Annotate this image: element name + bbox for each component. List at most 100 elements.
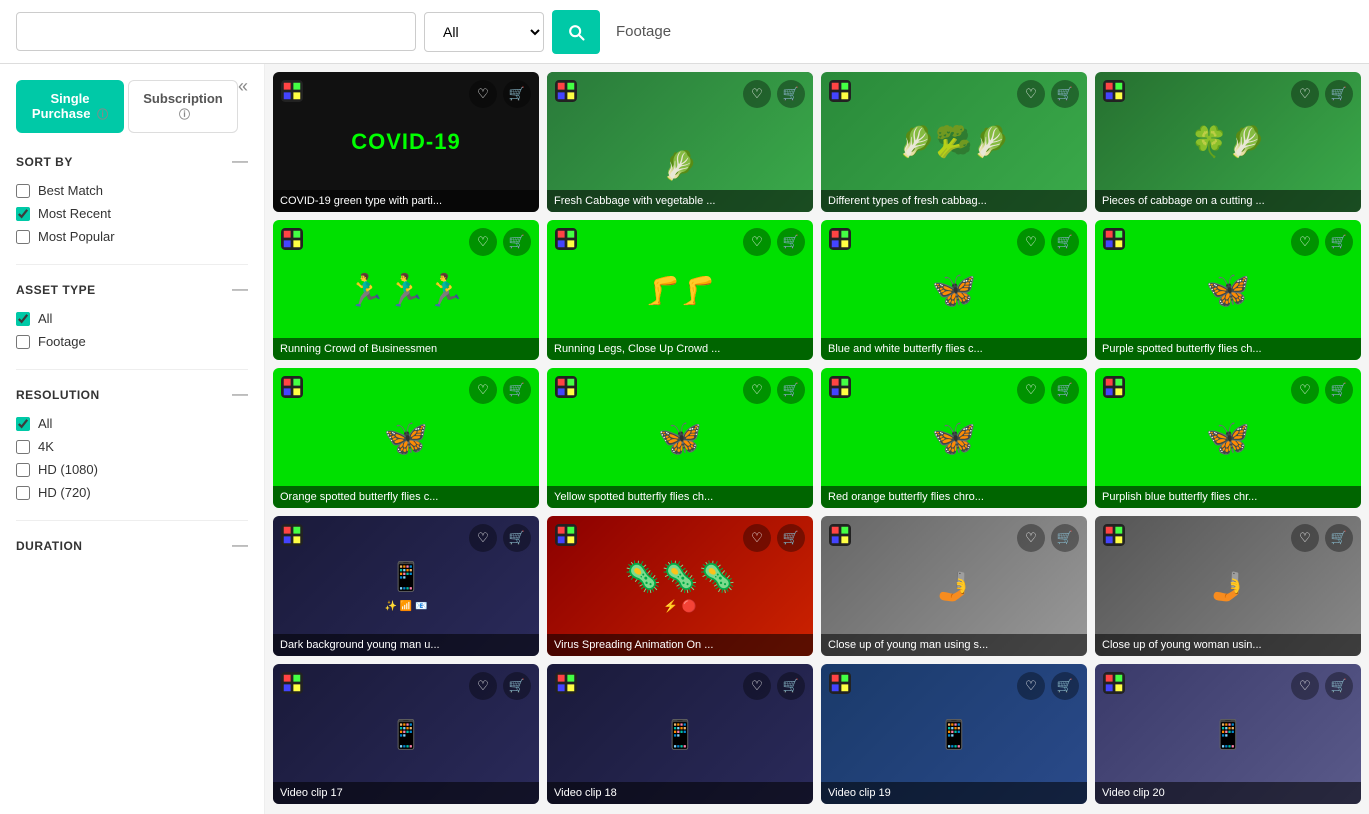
- single-purchase-tab[interactable]: Single Purchase ⓘ: [16, 80, 124, 133]
- card-7-favorite-button[interactable]: ♡: [1017, 228, 1045, 256]
- card-17-cart-button[interactable]: 🛒: [503, 672, 531, 700]
- search-input[interactable]: green screen: [16, 12, 416, 51]
- resolution-all[interactable]: All: [16, 416, 248, 431]
- card-13[interactable]: 📱 ✨ 📶 📧 ♡ 🛒 Dark background young man u.…: [273, 516, 539, 656]
- card-7[interactable]: 🦋 ♡ 🛒 Blue and white butterfly flies c..…: [821, 220, 1087, 360]
- search-icon: [566, 22, 586, 42]
- card-5[interactable]: 🏃‍♂️🏃‍♂️🏃‍♂️ ♡ 🛒 Running Crowd of Busine…: [273, 220, 539, 360]
- card-6-favorite-button[interactable]: ♡: [743, 228, 771, 256]
- card-3-label: Different types of fresh cabbag...: [821, 190, 1087, 212]
- resolution-4k-checkbox[interactable]: [16, 440, 30, 454]
- card-17[interactable]: 📱 ♡ 🛒 Video clip 17: [273, 664, 539, 804]
- card-10[interactable]: 🦋 ♡ 🛒 Yellow spotted butterfly flies ch.…: [547, 368, 813, 508]
- resolution-collapse-icon[interactable]: —: [232, 386, 248, 404]
- sidebar-collapse-button[interactable]: «: [238, 76, 248, 97]
- card-2-cart-button[interactable]: 🛒: [777, 80, 805, 108]
- sort-best-match[interactable]: Best Match: [16, 183, 248, 198]
- card-15[interactable]: 🤳 ♡ 🛒 Close up of young man using s...: [821, 516, 1087, 656]
- main-layout: « Single Purchase ⓘ Subscription ⓘ SORT …: [0, 64, 1369, 814]
- resolution-hd720[interactable]: HD (720): [16, 485, 248, 500]
- card-3-logo: [829, 80, 851, 102]
- card-4[interactable]: 🍀🥬 ♡ 🛒 Pieces of cabbage on a cutting ..…: [1095, 72, 1361, 212]
- asset-type-footage-checkbox[interactable]: [16, 335, 30, 349]
- card-17-label: Video clip 17: [273, 782, 539, 804]
- card-3-cart-button[interactable]: 🛒: [1051, 80, 1079, 108]
- card-20-cart-button[interactable]: 🛒: [1325, 672, 1353, 700]
- card-9-favorite-button[interactable]: ♡: [469, 376, 497, 404]
- card-9[interactable]: 🦋 ♡ 🛒 Orange spotted butterfly flies c..…: [273, 368, 539, 508]
- asset-type-all[interactable]: All: [16, 311, 248, 326]
- card-3[interactable]: 🥬🥦🥬 ♡ 🛒 Different types of fresh cabbag.…: [821, 72, 1087, 212]
- resolution-hd1080-checkbox[interactable]: [16, 463, 30, 477]
- card-15-cart-button[interactable]: 🛒: [1051, 524, 1079, 552]
- sort-most-popular[interactable]: Most Popular: [16, 229, 248, 244]
- card-9-label: Orange spotted butterfly flies c...: [273, 486, 539, 508]
- card-14[interactable]: 🦠🦠🦠 ⚡ 🔴 ♡ 🛒 Virus Spreading Animation On…: [547, 516, 813, 656]
- card-8-favorite-button[interactable]: ♡: [1291, 228, 1319, 256]
- asset-type-footage[interactable]: Footage: [16, 334, 248, 349]
- card-1[interactable]: COVID-19 ♡ 🛒 COVID-19 green type with pa…: [273, 72, 539, 212]
- card-18[interactable]: 📱 ♡ 🛒 Video clip 18: [547, 664, 813, 804]
- card-10-favorite-button[interactable]: ♡: [743, 376, 771, 404]
- resolution-hd1080[interactable]: HD (1080): [16, 462, 248, 477]
- card-16-favorite-button[interactable]: ♡: [1291, 524, 1319, 552]
- resolution-all-checkbox[interactable]: [16, 417, 30, 431]
- filter-select[interactable]: All Footage Images Audio: [424, 12, 544, 52]
- card-6[interactable]: 🦵🦵 ♡ 🛒 Running Legs, Close Up Crowd ...: [547, 220, 813, 360]
- asset-type-all-checkbox[interactable]: [16, 312, 30, 326]
- card-14-cart-button[interactable]: 🛒: [777, 524, 805, 552]
- duration-collapse-icon[interactable]: —: [232, 537, 248, 555]
- asset-type-collapse-icon[interactable]: —: [232, 281, 248, 299]
- asset-type-title: ASSET TYPE: [16, 283, 96, 297]
- card-12-favorite-button[interactable]: ♡: [1291, 376, 1319, 404]
- card-20-favorite-button[interactable]: ♡: [1291, 672, 1319, 700]
- card-10-cart-button[interactable]: 🛒: [777, 376, 805, 404]
- sort-most-recent[interactable]: Most Recent: [16, 206, 248, 221]
- card-6-cart-button[interactable]: 🛒: [777, 228, 805, 256]
- sort-best-match-checkbox[interactable]: [16, 184, 30, 198]
- card-12[interactable]: 🦋 ♡ 🛒 Purplish blue butterfly flies chr.…: [1095, 368, 1361, 508]
- card-10-label: Yellow spotted butterfly flies ch...: [547, 486, 813, 508]
- card-19-favorite-button[interactable]: ♡: [1017, 672, 1045, 700]
- card-16-cart-button[interactable]: 🛒: [1325, 524, 1353, 552]
- card-18-favorite-button[interactable]: ♡: [743, 672, 771, 700]
- card-4-favorite-button[interactable]: ♡: [1291, 80, 1319, 108]
- card-12-cart-button[interactable]: 🛒: [1325, 376, 1353, 404]
- card-15-favorite-button[interactable]: ♡: [1017, 524, 1045, 552]
- card-19[interactable]: 📱 ♡ 🛒 Video clip 19: [821, 664, 1087, 804]
- card-8-cart-button[interactable]: 🛒: [1325, 228, 1353, 256]
- resolution-header: RESOLUTION —: [16, 386, 248, 404]
- card-1-cart-button[interactable]: 🛒: [503, 80, 531, 108]
- card-13-favorite-button[interactable]: ♡: [469, 524, 497, 552]
- card-8[interactable]: 🦋 ♡ 🛒 Purple spotted butterfly flies ch.…: [1095, 220, 1361, 360]
- sort-by-section: SORT BY — Best Match Most Recent Most Po…: [16, 153, 248, 244]
- card-1-favorite-button[interactable]: ♡: [469, 80, 497, 108]
- card-20[interactable]: 📱 ♡ 🛒 Video clip 20: [1095, 664, 1361, 804]
- card-13-cart-button[interactable]: 🛒: [503, 524, 531, 552]
- resolution-title: RESOLUTION: [16, 388, 100, 402]
- card-1-logo: [281, 80, 303, 102]
- resolution-hd720-checkbox[interactable]: [16, 486, 30, 500]
- search-button[interactable]: [552, 10, 600, 54]
- subscription-tab[interactable]: Subscription ⓘ: [128, 80, 238, 133]
- card-11-favorite-button[interactable]: ♡: [1017, 376, 1045, 404]
- card-5-cart-button[interactable]: 🛒: [503, 228, 531, 256]
- sort-most-recent-checkbox[interactable]: [16, 207, 30, 221]
- card-3-favorite-button[interactable]: ♡: [1017, 80, 1045, 108]
- card-2-favorite-button[interactable]: ♡: [743, 80, 771, 108]
- resolution-4k[interactable]: 4K: [16, 439, 248, 454]
- sort-most-popular-checkbox[interactable]: [16, 230, 30, 244]
- card-9-cart-button[interactable]: 🛒: [503, 376, 531, 404]
- sort-by-collapse-icon[interactable]: —: [232, 153, 248, 171]
- card-5-favorite-button[interactable]: ♡: [469, 228, 497, 256]
- card-16[interactable]: 🤳 ♡ 🛒 Close up of young woman usin...: [1095, 516, 1361, 656]
- card-17-favorite-button[interactable]: ♡: [469, 672, 497, 700]
- card-4-cart-button[interactable]: 🛒: [1325, 80, 1353, 108]
- card-19-cart-button[interactable]: 🛒: [1051, 672, 1079, 700]
- card-11[interactable]: 🦋 ♡ 🛒 Red orange butterfly flies chro...: [821, 368, 1087, 508]
- card-2[interactable]: 🥬 ♡ 🛒 Fresh Cabbage with vegetable ...: [547, 72, 813, 212]
- card-14-favorite-button[interactable]: ♡: [743, 524, 771, 552]
- card-18-cart-button[interactable]: 🛒: [777, 672, 805, 700]
- card-7-cart-button[interactable]: 🛒: [1051, 228, 1079, 256]
- card-11-cart-button[interactable]: 🛒: [1051, 376, 1079, 404]
